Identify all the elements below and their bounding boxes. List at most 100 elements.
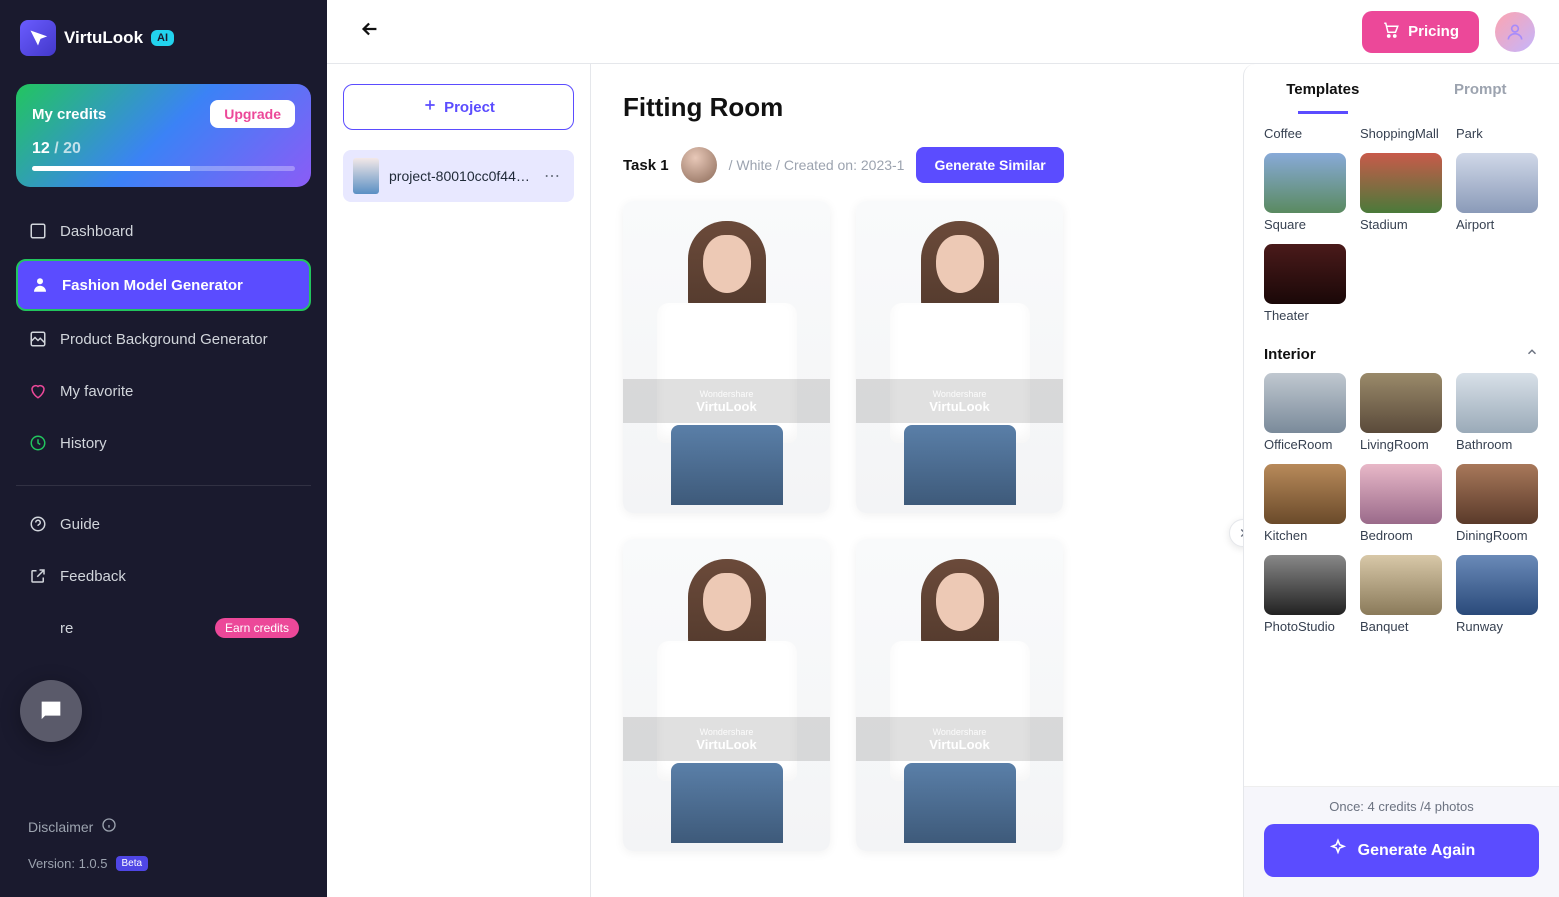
cart-icon — [1382, 21, 1400, 43]
nav-share[interactable]: re Earn credits — [16, 604, 311, 652]
template-thumb — [1360, 555, 1442, 615]
template-thumb — [1456, 464, 1538, 524]
back-button[interactable] — [351, 10, 389, 53]
template-item-bedroom[interactable]: Bedroom — [1360, 464, 1442, 551]
template-item-theater[interactable]: Theater — [1264, 244, 1346, 331]
external-icon — [28, 566, 48, 586]
nav-dashboard[interactable]: Dashboard — [16, 207, 311, 255]
tab-templates[interactable]: Templates — [1244, 64, 1402, 114]
clock-icon — [28, 433, 48, 453]
template-item-office[interactable]: OfficeRoom — [1264, 373, 1346, 460]
nav-guide[interactable]: Guide — [16, 500, 311, 548]
template-item-photo[interactable]: PhotoStudio — [1264, 555, 1346, 642]
watermark: WondershareVirtuLook — [856, 379, 1063, 423]
chevron-up-icon — [1525, 345, 1539, 363]
credits-progress — [32, 166, 295, 171]
pricing-button[interactable]: Pricing — [1362, 11, 1479, 53]
upgrade-button[interactable]: Upgrade — [210, 100, 295, 128]
template-thumb — [1264, 244, 1346, 304]
version-row: Version: 1.0.5 Beta — [16, 846, 311, 881]
info-icon — [101, 817, 117, 836]
template-thumb — [1360, 464, 1442, 524]
template-item-park[interactable]: Park — [1456, 122, 1538, 149]
template-thumb — [1456, 373, 1538, 433]
nav-fashion-model[interactable]: Fashion Model Generator — [16, 259, 311, 311]
template-item-living[interactable]: LivingRoom — [1360, 373, 1442, 460]
plus-icon — [422, 97, 438, 117]
result-card[interactable]: WondershareVirtuLook — [623, 201, 830, 513]
generate-similar-button[interactable]: Generate Similar — [916, 147, 1063, 183]
next-arrow-button[interactable] — [1229, 519, 1243, 547]
generate-footer: Once: 4 credits /4 photos Generate Again — [1244, 786, 1559, 897]
template-thumb — [1456, 153, 1538, 213]
project-name: project-80010cc0f44f4dfc — [389, 168, 530, 184]
task-label: Task 1 — [623, 157, 669, 174]
nav-label: Feedback — [60, 568, 126, 585]
earn-credits-badge: Earn credits — [215, 618, 299, 638]
watermark: WondershareVirtuLook — [856, 717, 1063, 761]
nav-favorite[interactable]: My favorite — [16, 367, 311, 415]
template-thumb — [1264, 153, 1346, 213]
generate-again-label: Generate Again — [1358, 842, 1476, 860]
tabs: Templates Prompt — [1244, 64, 1559, 114]
nav-separator — [16, 485, 311, 486]
template-item-mall[interactable]: ShoppingMall — [1360, 122, 1442, 149]
template-item-bath[interactable]: Bathroom — [1456, 373, 1538, 460]
nav-label: Fashion Model Generator — [62, 277, 243, 294]
user-avatar[interactable] — [1495, 12, 1535, 52]
nav-label: My favorite — [60, 383, 133, 400]
template-item-coffee[interactable]: Coffee — [1264, 122, 1346, 149]
credits-card: My credits Upgrade 12 / 20 — [16, 84, 311, 187]
generate-again-button[interactable]: Generate Again — [1264, 824, 1539, 877]
sparkle-icon — [1328, 838, 1348, 863]
template-item-airport[interactable]: Airport — [1456, 153, 1538, 240]
version-text: Version: 1.0.5 — [28, 856, 108, 871]
nav-label: Dashboard — [60, 223, 133, 240]
tab-prompt[interactable]: Prompt — [1402, 64, 1559, 114]
project-column: Project project-80010cc0f44f4dfc ⋯ — [327, 64, 591, 897]
result-card[interactable]: WondershareVirtuLook — [856, 539, 1063, 851]
template-thumb — [1264, 464, 1346, 524]
project-thumbnail — [353, 158, 379, 194]
watermark: WondershareVirtuLook — [623, 717, 830, 761]
task-avatar — [681, 147, 717, 183]
template-thumb — [1360, 153, 1442, 213]
ai-badge: AI — [151, 30, 174, 46]
credits-current: 12 — [32, 140, 50, 157]
nav-product-bg[interactable]: Product Background Generator — [16, 315, 311, 363]
pricing-label: Pricing — [1408, 23, 1459, 40]
template-item-stadium[interactable]: Stadium — [1360, 153, 1442, 240]
beta-badge: Beta — [116, 856, 149, 871]
nav-feedback[interactable]: Feedback — [16, 552, 311, 600]
template-thumb — [1360, 373, 1442, 433]
template-scroll[interactable]: Coffee ShoppingMall Park Square Stadium … — [1244, 114, 1559, 786]
nav-history[interactable]: History — [16, 419, 311, 467]
brand-name: VirtuLook — [64, 28, 143, 48]
main: Pricing Project project-80010cc0f44f4dfc… — [327, 0, 1559, 897]
section-interior[interactable]: Interior — [1264, 345, 1539, 363]
section-label: Interior — [1264, 346, 1316, 363]
result-card[interactable]: WondershareVirtuLook — [623, 539, 830, 851]
credits-total: 20 — [63, 140, 81, 157]
chat-button[interactable] — [20, 680, 82, 742]
credits-value: 12 / 20 — [32, 140, 295, 158]
topbar: Pricing — [327, 0, 1559, 64]
add-project-button[interactable]: Project — [343, 84, 574, 130]
nav-label: History — [60, 435, 107, 452]
project-more-icon[interactable]: ⋯ — [540, 166, 564, 186]
nav-label: Guide — [60, 516, 100, 533]
template-item-square[interactable]: Square — [1264, 153, 1346, 240]
disclaimer-label: Disclaimer — [28, 819, 93, 835]
disclaimer-link[interactable]: Disclaimer — [16, 807, 311, 846]
result-card[interactable]: WondershareVirtuLook — [856, 201, 1063, 513]
watermark: WondershareVirtuLook — [623, 379, 830, 423]
project-item[interactable]: project-80010cc0f44f4dfc ⋯ — [343, 150, 574, 202]
template-item-dining[interactable]: DiningRoom — [1456, 464, 1538, 551]
template-thumb — [1264, 555, 1346, 615]
help-icon — [28, 514, 48, 534]
template-item-kitchen[interactable]: Kitchen — [1264, 464, 1346, 551]
cost-text: Once: 4 credits /4 photos — [1264, 799, 1539, 814]
template-item-banquet[interactable]: Banquet — [1360, 555, 1442, 642]
template-item-runway[interactable]: Runway — [1456, 555, 1538, 642]
sidebar: VirtuLook AI My credits Upgrade 12 / 20 … — [0, 0, 327, 897]
